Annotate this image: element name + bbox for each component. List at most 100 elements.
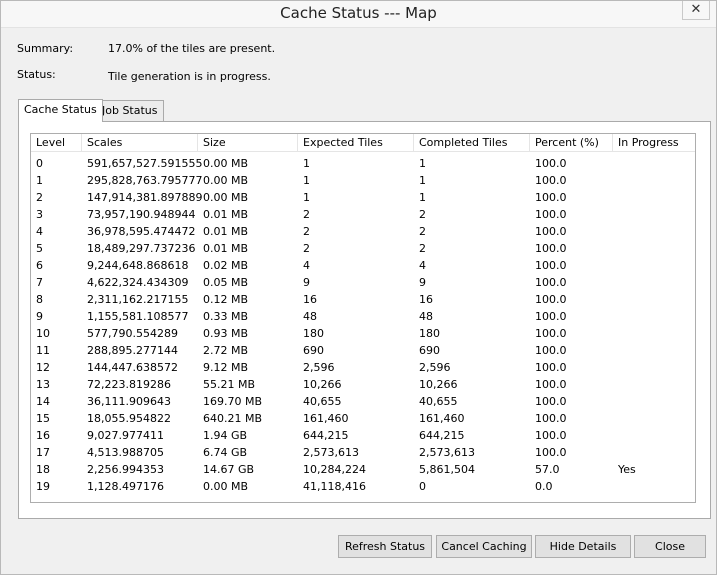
table-cell: 100.0	[535, 429, 567, 442]
table-cell	[613, 376, 695, 393]
table-header: Level Scales Size Expected Tiles Complet…	[31, 134, 695, 153]
summary-value: 17.0% of the tiles are present.	[108, 42, 276, 55]
table-cell: 36,111.909643	[87, 395, 171, 408]
table-cell	[613, 291, 695, 308]
table-row[interactable]: 3 73,957,190.948944 0.01 MB 2 2 100.0	[31, 206, 695, 223]
table-cell: 36,978,595.474472	[87, 225, 196, 238]
table-row[interactable]: 0 591,657,527.591555 0.00 MB 1 1 100.0	[31, 155, 695, 172]
cache-levels-table[interactable]: Level Scales Size Expected Tiles Complet…	[30, 133, 696, 503]
table-cell: 18,489,297.737236	[87, 242, 196, 255]
table-row[interactable]: 16 9,027.977411 1.94 GB 644,215 644,215 100.0	[31, 427, 695, 444]
table-cell	[613, 359, 695, 376]
close-button[interactable]: Close	[634, 535, 706, 558]
table-row[interactable]: 6 9,244,648.868618 0.02 MB 4 4 100.0	[31, 257, 695, 274]
table-row[interactable]: 2 147,914,381.897889 0.00 MB 1 1 100.0	[31, 189, 695, 206]
column-header-completed-tiles[interactable]: Completed Tiles	[414, 134, 530, 152]
title-bar: Cache Status --- Map ✕	[1, 1, 716, 28]
table-cell	[613, 444, 695, 461]
table-cell	[613, 325, 695, 342]
table-row[interactable]: 14 36,111.909643 169.70 MB 40,655 40,655 100.…	[31, 393, 695, 410]
table-cell: 0.01 MB	[203, 225, 249, 238]
tab-job-status[interactable]: Job Status	[96, 100, 164, 121]
table-cell: 4	[36, 225, 43, 238]
table-cell: 591,657,527.591555	[87, 157, 203, 170]
table-cell: 100.0	[535, 361, 567, 374]
table-cell: 1	[303, 157, 310, 170]
table-row[interactable]: 1 295,828,763.795777 0.00 MB 1 1 100.0	[31, 172, 695, 189]
column-header-percent[interactable]: Percent (%)	[530, 134, 613, 152]
table-cell	[613, 478, 695, 495]
column-header-size[interactable]: Size	[198, 134, 298, 152]
column-header-scales[interactable]: Scales	[82, 134, 198, 152]
refresh-status-button[interactable]: Refresh Status	[338, 535, 432, 558]
table-row[interactable]: 5 18,489,297.737236 0.01 MB 2 2 100.0	[31, 240, 695, 257]
table-row[interactable]: 19 1,128.497176 0.00 MB 41,118,416 0 0.0	[31, 478, 695, 495]
table-cell: 72,223.819286	[87, 378, 171, 391]
table-cell	[613, 342, 695, 359]
table-cell: 100.0	[535, 327, 567, 340]
table-cell: 10,266	[303, 378, 342, 391]
table-cell: 41,118,416	[303, 480, 366, 493]
table-cell: 16	[36, 429, 50, 442]
table-row[interactable]: 12 144,447.638572 9.12 MB 2,596 2,596 100.0	[31, 359, 695, 376]
table-cell: 100.0	[535, 174, 567, 187]
column-header-expected-tiles[interactable]: Expected Tiles	[298, 134, 414, 152]
table-cell: 100.0	[535, 259, 567, 272]
table-cell: 100.0	[535, 412, 567, 425]
table-cell: 4	[303, 259, 310, 272]
table-cell	[613, 393, 695, 410]
table-cell: 0	[36, 157, 43, 170]
table-cell: 7	[36, 276, 43, 289]
table-cell: 9.12 MB	[203, 361, 249, 374]
table-cell: 295,828,763.795777	[87, 174, 203, 187]
column-header-in-progress[interactable]: In Progress	[613, 134, 695, 152]
table-cell: 0.0	[535, 480, 553, 493]
status-label: Status:	[17, 68, 56, 81]
table-row[interactable]: 15 18,055.954822 640.21 MB 161,460 161,460 10…	[31, 410, 695, 427]
hide-details-button[interactable]: Hide Details	[535, 535, 631, 558]
table-cell: 48	[419, 310, 433, 323]
table-cell: 100.0	[535, 157, 567, 170]
table-cell: 0.00 MB	[203, 480, 249, 493]
table-cell: 2,256.994353	[87, 463, 164, 476]
table-cell	[613, 172, 695, 189]
table-cell: 3	[36, 208, 43, 221]
table-row[interactable]: 9 1,155,581.108577 0.33 MB 48 48 100.0	[31, 308, 695, 325]
table-cell: 2,596	[303, 361, 335, 374]
cancel-caching-button[interactable]: Cancel Caching	[436, 535, 532, 558]
table-row[interactable]: 10 577,790.554289 0.93 MB 180 180 100.0	[31, 325, 695, 342]
table-row[interactable]: 18 2,256.994353 14.67 GB 10,284,224 5,861,50…	[31, 461, 695, 478]
table-cell: 55.21 MB	[203, 378, 256, 391]
table-cell: 57.0	[535, 463, 560, 476]
table-cell: 0.01 MB	[203, 208, 249, 221]
table-cell: 48	[303, 310, 317, 323]
table-cell: 644,215	[303, 429, 349, 442]
table-cell: 0.00 MB	[203, 174, 249, 187]
table-row[interactable]: 11 288,895.277144 2.72 MB 690 690 100.0	[31, 342, 695, 359]
table-cell: 100.0	[535, 310, 567, 323]
table-cell	[613, 189, 695, 206]
table-row[interactable]: 17 4,513.988705 6.74 GB 2,573,613 2,573,613 1…	[31, 444, 695, 461]
table-cell: 9,027.977411	[87, 429, 164, 442]
table-cell: 100.0	[535, 344, 567, 357]
close-icon[interactable]: ✕	[682, 1, 710, 20]
table-cell: 2	[419, 208, 426, 221]
table-row[interactable]: 13 72,223.819286 55.21 MB 10,266 10,266 100.0	[31, 376, 695, 393]
table-cell: 10,284,224	[303, 463, 366, 476]
column-header-level[interactable]: Level	[31, 134, 82, 152]
table-cell: 0.01 MB	[203, 242, 249, 255]
table-cell: 100.0	[535, 242, 567, 255]
table-cell: 40,655	[419, 395, 458, 408]
table-cell: 1,128.497176	[87, 480, 164, 493]
table-cell: 1	[419, 174, 426, 187]
table-row[interactable]: 4 36,978,595.474472 0.01 MB 2 2 100.0	[31, 223, 695, 240]
table-cell: 144,447.638572	[87, 361, 178, 374]
table-cell: 0.02 MB	[203, 259, 249, 272]
table-cell: 9	[36, 310, 43, 323]
table-row[interactable]: 8 2,311,162.217155 0.12 MB 16 16 100.0	[31, 291, 695, 308]
table-row[interactable]: 7 4,622,324.434309 0.05 MB 9 9 100.0	[31, 274, 695, 291]
tab-cache-status[interactable]: Cache Status	[18, 99, 103, 122]
table-cell: 1	[303, 191, 310, 204]
status-value: Tile generation is in progress.	[108, 70, 271, 83]
table-cell	[613, 274, 695, 291]
